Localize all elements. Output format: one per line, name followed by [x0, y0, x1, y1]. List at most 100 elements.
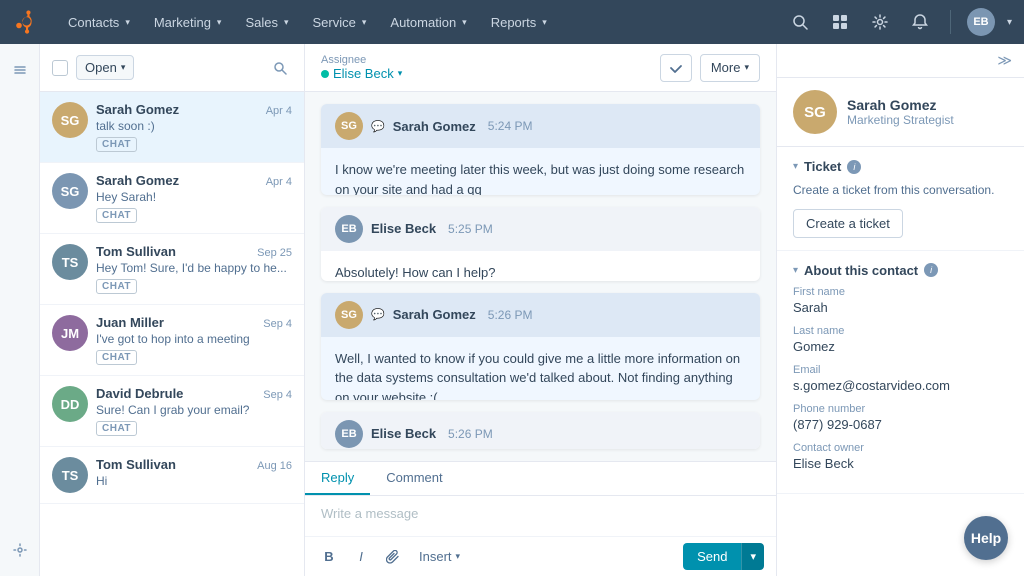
conv-content: Tom Sullivan Aug 16 Hi: [96, 457, 292, 488]
contact-field-value: Gomez: [793, 339, 1008, 354]
sidebar-settings-icon[interactable]: [6, 536, 34, 564]
automation-caret: ▾: [462, 17, 467, 28]
nav-automation[interactable]: Automation ▾: [378, 0, 478, 44]
contact-field-label: Last name: [793, 325, 1008, 337]
conversation-list: Open ▾ SG Sarah Gomez Apr 4 talk soon :)…: [40, 44, 305, 576]
resolve-button[interactable]: [660, 54, 692, 82]
conv-content: Sarah Gomez Apr 4 Hey Sarah! CHAT: [96, 173, 292, 223]
comment-tab[interactable]: Comment: [370, 462, 458, 495]
send-dropdown-button[interactable]: ▾: [741, 543, 764, 570]
about-section-header[interactable]: ▾ About this contact i: [793, 263, 1008, 278]
conv-top: Juan Miller Sep 4: [96, 315, 292, 330]
marketing-caret: ▾: [217, 17, 222, 28]
conv-name: Juan Miller: [96, 315, 164, 330]
contact-name: Sarah Gomez: [847, 97, 954, 113]
reply-tab[interactable]: Reply: [305, 462, 370, 495]
open-filter-button[interactable]: Open ▾: [76, 55, 134, 80]
send-main-button[interactable]: Send: [683, 543, 741, 570]
ticket-section-title: Ticket: [804, 159, 841, 174]
message-header: EB Elise Beck 5:25 PM: [321, 207, 760, 251]
nav-service[interactable]: Service ▾: [301, 0, 379, 44]
contact-field: Contact owner Elise Beck: [793, 442, 1008, 471]
about-info-icon[interactable]: i: [924, 263, 938, 277]
message-block: EB Elise Beck 5:26 PM: [321, 412, 760, 449]
ticket-info-icon[interactable]: i: [847, 160, 861, 174]
expand-sidebar-icon[interactable]: [6, 56, 34, 84]
message-time: 5:25 PM: [448, 222, 493, 236]
conversation-item[interactable]: DD David Debrule Sep 4 Sure! Can I grab …: [40, 376, 304, 447]
conv-tag: CHAT: [96, 350, 137, 365]
nav-divider: [950, 10, 951, 34]
user-avatar[interactable]: EB: [967, 8, 995, 36]
conversation-item[interactable]: JM Juan Miller Sep 4 I've got to hop int…: [40, 305, 304, 376]
notifications-icon[interactable]: [906, 8, 934, 36]
settings-icon[interactable]: [866, 8, 894, 36]
conversation-item[interactable]: TS Tom Sullivan Sep 25 Hey Tom! Sure, I'…: [40, 234, 304, 305]
message-sender: Elise Beck: [371, 426, 436, 441]
search-icon[interactable]: [786, 8, 814, 36]
contact-field-label: Contact owner: [793, 442, 1008, 454]
message-input[interactable]: Write a message: [305, 496, 776, 536]
user-menu-caret[interactable]: ▾: [1007, 17, 1012, 28]
nav-marketing[interactable]: Marketing ▾: [142, 0, 234, 44]
assignee-name-btn[interactable]: Elise Beck ▾: [321, 66, 402, 81]
create-ticket-button[interactable]: Create a ticket: [793, 209, 903, 238]
more-actions-button[interactable]: More ▾: [700, 54, 760, 82]
select-all-checkbox[interactable]: [52, 60, 68, 76]
reply-toolbar: B I Insert ▾ Send ▾: [305, 536, 776, 576]
rs-expand-header: ≫: [777, 44, 1024, 78]
conversation-item[interactable]: SG Sarah Gomez Apr 4 talk soon :) CHAT: [40, 92, 304, 163]
help-button[interactable]: Help: [964, 516, 1008, 560]
ticket-section-header[interactable]: ▾ Ticket i: [793, 159, 1008, 174]
main-layout: Open ▾ SG Sarah Gomez Apr 4 talk soon :)…: [0, 44, 1024, 576]
contact-field: Phone number (877) 929-0687: [793, 403, 1008, 432]
grid-icon[interactable]: [826, 8, 854, 36]
rs-expand-icon[interactable]: ≫: [997, 52, 1012, 69]
conv-preview: Hey Tom! Sure, I'd be happy to he...: [96, 261, 292, 275]
conv-search-icon[interactable]: [268, 56, 292, 80]
nav-sales[interactable]: Sales ▾: [233, 0, 300, 44]
conv-top: Tom Sullivan Sep 25: [96, 244, 292, 259]
conv-date: Apr 4: [266, 176, 292, 188]
conv-preview: I've got to hop into a meeting: [96, 332, 292, 346]
about-chevron-icon: ▾: [793, 265, 798, 276]
bold-icon[interactable]: B: [317, 545, 341, 569]
assignee-caret: ▾: [398, 68, 403, 79]
more-caret: ▾: [744, 62, 749, 73]
message-block: SG 💬 Sarah Gomez 5:24 PM I know we're me…: [321, 104, 760, 195]
conv-top: Tom Sullivan Aug 16: [96, 457, 292, 472]
contact-field: First name Sarah: [793, 286, 1008, 315]
send-button-group: Send ▾: [683, 543, 764, 570]
conversation-item[interactable]: SG Sarah Gomez Apr 4 Hey Sarah! CHAT: [40, 163, 304, 234]
conversation-items: SG Sarah Gomez Apr 4 talk soon :) CHAT S…: [40, 92, 304, 576]
conv-date: Aug 16: [257, 460, 292, 472]
message-sender: Elise Beck: [371, 221, 436, 236]
conv-avatar: TS: [52, 244, 88, 280]
hubspot-logo[interactable]: [12, 8, 40, 36]
message-time: 5:26 PM: [488, 308, 533, 322]
conv-avatar: DD: [52, 386, 88, 422]
ticket-description: Create a ticket from this conversation.: [793, 182, 1008, 199]
nav-items: Contacts ▾ Marketing ▾ Sales ▾ Service ▾…: [56, 0, 786, 44]
assignee-info: Assignee Elise Beck ▾: [321, 54, 402, 81]
conv-preview: talk soon :): [96, 119, 292, 133]
italic-icon[interactable]: I: [349, 545, 373, 569]
attachment-icon[interactable]: [381, 545, 405, 569]
message-body: I know we're meeting later this week, bu…: [321, 148, 760, 195]
conv-preview: Hi: [96, 474, 292, 488]
message-block: EB Elise Beck 5:25 PM Absolutely! How ca…: [321, 207, 760, 281]
message-avatar: EB: [335, 215, 363, 243]
conversation-item[interactable]: TS Tom Sullivan Aug 16 Hi: [40, 447, 304, 504]
reports-caret: ▾: [542, 17, 547, 28]
chat-channel-icon: 💬: [371, 308, 385, 321]
message-time: 5:24 PM: [488, 119, 533, 133]
contact-header: SG Sarah Gomez Marketing Strategist: [777, 78, 1024, 147]
contact-field-value: (877) 929-0687: [793, 417, 1008, 432]
nav-reports[interactable]: Reports ▾: [479, 0, 559, 44]
top-navigation: Contacts ▾ Marketing ▾ Sales ▾ Service ▾…: [0, 0, 1024, 44]
insert-button[interactable]: Insert ▾: [413, 547, 466, 566]
conv-content: David Debrule Sep 4 Sure! Can I grab you…: [96, 386, 292, 436]
service-caret: ▾: [362, 17, 367, 28]
nav-contacts[interactable]: Contacts ▾: [56, 0, 142, 44]
about-section-title: About this contact: [804, 263, 918, 278]
